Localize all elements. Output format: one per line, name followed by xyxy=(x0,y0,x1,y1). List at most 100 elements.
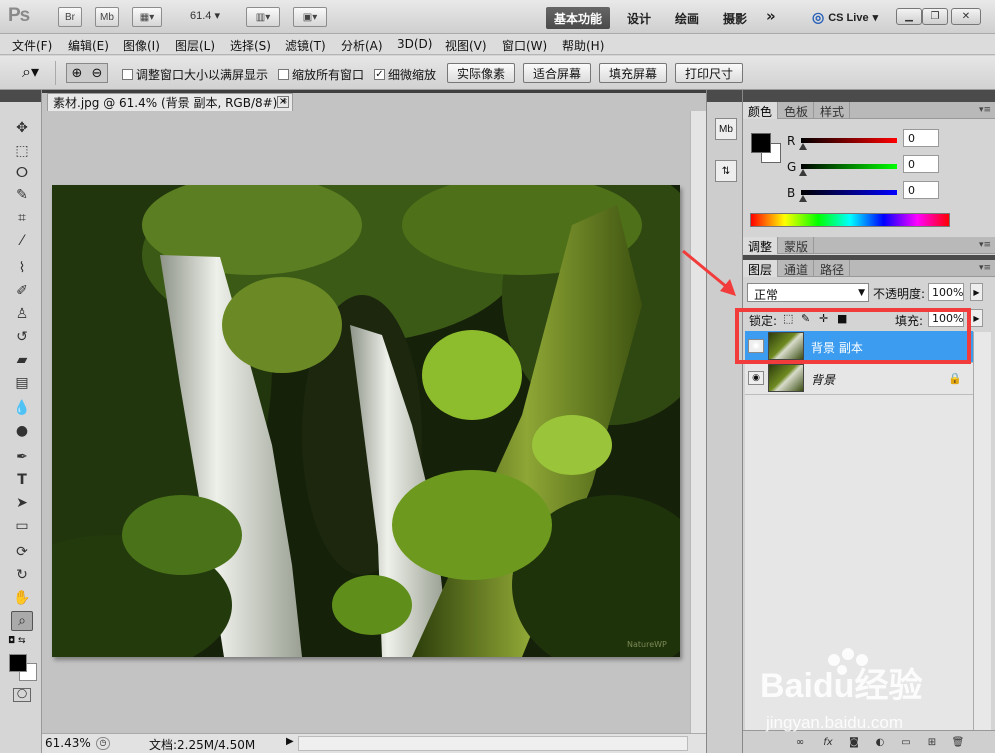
zoom-all-windows-checkbox[interactable]: 缩放所有窗口 xyxy=(278,66,364,83)
panel-menu-icon[interactable]: ▾≡ xyxy=(979,263,991,273)
tab-masks[interactable]: 蒙版 xyxy=(779,237,815,254)
tab-layers[interactable]: 图层 xyxy=(743,260,779,277)
tools-panel-header[interactable] xyxy=(0,90,41,102)
tab-styles[interactable]: 样式 xyxy=(815,102,851,119)
menu-view[interactable]: 视图(V) xyxy=(445,37,487,54)
workspace-design[interactable]: 设计 xyxy=(627,10,651,27)
workspace-photography[interactable]: 摄影 xyxy=(723,10,747,27)
eye-icon[interactable]: ◉ xyxy=(748,371,764,385)
status-icon[interactable]: ◷ xyxy=(96,737,110,750)
checkbox-box-checked[interactable]: ✓ xyxy=(374,69,385,80)
menu-file[interactable]: 文件(F) xyxy=(12,37,52,54)
r-value-input[interactable]: 0 xyxy=(903,129,939,147)
b-slider-thumb[interactable] xyxy=(799,195,807,202)
menu-filter[interactable]: 滤镜(T) xyxy=(285,37,326,54)
print-size-button[interactable]: 打印尺寸 xyxy=(675,63,743,83)
color-spectrum-bar[interactable] xyxy=(750,213,950,227)
checkbox-box[interactable] xyxy=(278,69,289,80)
tab-channels[interactable]: 通道 xyxy=(779,260,815,277)
clone-stamp-tool-icon[interactable]: ♙ xyxy=(11,304,33,324)
type-tool-icon[interactable]: T xyxy=(11,470,33,490)
menu-3d[interactable]: 3D(D) xyxy=(397,37,432,51)
r-slider[interactable] xyxy=(801,138,897,143)
document-tab[interactable]: 素材.jpg @ 61.4% (背景 副本, RGB/8#) * × xyxy=(47,93,293,111)
brush-tool-icon[interactable]: ✐ xyxy=(11,281,33,301)
color-foreground-swatch[interactable] xyxy=(751,133,771,153)
screen-mode-icon[interactable]: ▣▾ xyxy=(293,7,327,27)
shape-tool-icon[interactable]: ▭ xyxy=(11,516,33,536)
more-workspaces-button[interactable]: » xyxy=(766,7,776,25)
zoom-level-dropdown[interactable]: 61.4 ▾ xyxy=(190,9,220,22)
resize-windows-checkbox[interactable]: 调整窗口大小以满屏显示 xyxy=(122,66,268,83)
g-slider[interactable] xyxy=(801,164,897,169)
panels-header[interactable] xyxy=(743,90,995,102)
history-panel-icon[interactable]: ⇅ xyxy=(715,160,737,182)
g-value-input[interactable]: 0 xyxy=(903,155,939,173)
path-selection-tool-icon[interactable]: ➤ xyxy=(11,493,33,513)
panel-menu-icon[interactable]: ▾≡ xyxy=(979,240,991,250)
menu-image[interactable]: 图像(I) xyxy=(123,37,160,54)
zoom-tool-icon[interactable]: ⌕ xyxy=(11,611,33,631)
3d-rotate-tool-icon[interactable]: ⟳ xyxy=(11,542,33,562)
zoom-out-icon[interactable]: ⊖ xyxy=(92,66,103,81)
status-menu-arrow[interactable]: ▶ xyxy=(286,736,294,747)
dodge-tool-icon[interactable]: ● xyxy=(11,421,33,441)
tab-color[interactable]: 颜色 xyxy=(743,102,779,119)
blur-tool-icon[interactable]: 💧 xyxy=(11,398,33,418)
scrubby-zoom-checkbox[interactable]: ✓ 细微缩放 xyxy=(374,66,436,83)
quick-mask-icon[interactable]: ◯ xyxy=(13,688,31,702)
zoom-tool-preset-icon[interactable]: ⌕▾ xyxy=(6,61,56,85)
arrange-icon[interactable]: ▥▾ xyxy=(246,7,280,27)
dock-header[interactable] xyxy=(707,90,742,102)
hand-tool-icon[interactable]: ✋ xyxy=(11,588,33,608)
move-tool-icon[interactable]: ✥ xyxy=(11,118,33,138)
marquee-tool-icon[interactable]: ⬚ xyxy=(11,141,33,161)
fill-screen-button[interactable]: 填充屏幕 xyxy=(599,63,667,83)
zoom-in-icon[interactable]: ⊕ xyxy=(72,66,83,81)
layer-row-background[interactable]: ◉ 背景 🔒 xyxy=(745,363,973,395)
zoom-in-out-toggle[interactable]: ⊕ ⊖ xyxy=(66,63,108,83)
b-slider[interactable] xyxy=(801,190,897,195)
fill-slider-arrow-icon[interactable]: ▶ xyxy=(970,309,983,327)
tab-adjustments[interactable]: 调整 xyxy=(743,237,779,254)
menu-edit[interactable]: 编辑(E) xyxy=(68,37,109,54)
checkbox-box[interactable] xyxy=(122,69,133,80)
mini-bridge-button[interactable]: Mb xyxy=(95,7,119,27)
document-canvas[interactable]: NatureWP xyxy=(52,185,680,657)
eraser-tool-icon[interactable]: ▰ xyxy=(11,350,33,370)
eyedropper-tool-icon[interactable]: ⁄ xyxy=(11,231,33,251)
tab-paths[interactable]: 路径 xyxy=(815,260,851,277)
opacity-slider-arrow-icon[interactable]: ▶ xyxy=(970,283,983,301)
blend-mode-select[interactable]: 正常 ▼ xyxy=(747,283,869,302)
default-colors-icon[interactable]: ◘ ⇆ xyxy=(8,636,26,646)
mini-bridge-panel-icon[interactable]: Mb xyxy=(715,118,737,140)
foreground-color-swatch[interactable] xyxy=(9,654,27,672)
cs-live-button[interactable]: ◎ CS Live ▾ xyxy=(812,9,878,26)
tab-swatches[interactable]: 色板 xyxy=(779,102,815,119)
lasso-tool-icon[interactable]: ⵔ xyxy=(11,163,33,183)
menu-help[interactable]: 帮助(H) xyxy=(562,37,604,54)
close-icon[interactable]: ✕ xyxy=(951,8,981,25)
panel-menu-icon[interactable]: ▾≡ xyxy=(979,105,991,115)
gradient-tool-icon[interactable]: ▤ xyxy=(11,373,33,393)
film-icon[interactable]: ▦▾ xyxy=(132,7,162,27)
g-slider-thumb[interactable] xyxy=(799,169,807,176)
menu-window[interactable]: 窗口(W) xyxy=(502,37,547,54)
workspace-essentials[interactable]: 基本功能 xyxy=(546,7,610,29)
pen-tool-icon[interactable]: ✒ xyxy=(11,447,33,467)
opacity-input[interactable]: 100% xyxy=(928,283,964,301)
history-brush-tool-icon[interactable]: ↺ xyxy=(11,327,33,347)
b-value-input[interactable]: 0 xyxy=(903,181,939,199)
horizontal-scrollbar[interactable] xyxy=(298,736,688,751)
r-slider-thumb[interactable] xyxy=(799,143,807,150)
crop-tool-icon[interactable]: ⌗ xyxy=(11,208,33,228)
bridge-button[interactable]: Br xyxy=(58,7,82,27)
menu-layer[interactable]: 图层(L) xyxy=(175,37,215,54)
menu-select[interactable]: 选择(S) xyxy=(230,37,271,54)
actual-pixels-button[interactable]: 实际像素 xyxy=(447,63,515,83)
restore-icon[interactable]: ❐ xyxy=(922,8,948,25)
status-zoom[interactable]: 61.43% xyxy=(45,736,91,750)
3d-orbit-tool-icon[interactable]: ↻ xyxy=(11,565,33,585)
workspace-painting[interactable]: 绘画 xyxy=(675,10,699,27)
minimize-icon[interactable]: ▁ xyxy=(896,8,922,25)
